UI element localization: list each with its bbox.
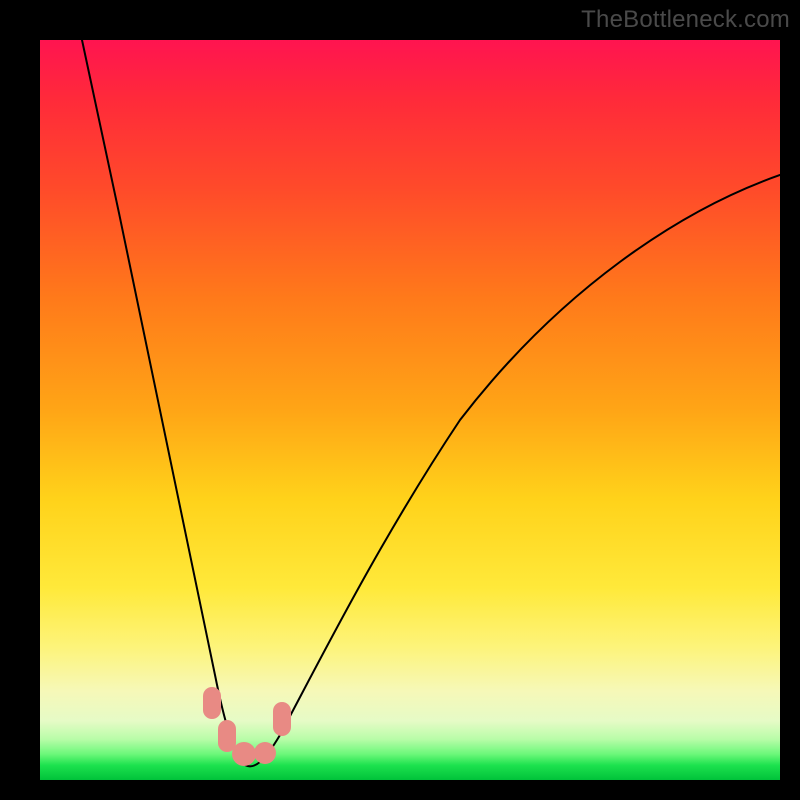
marker-4 [254, 742, 276, 764]
marker-3 [232, 742, 256, 766]
marker-5 [273, 702, 291, 736]
watermark-text: TheBottleneck.com [581, 6, 790, 34]
marker-2 [218, 720, 236, 752]
plot-area [40, 40, 780, 780]
curve-svg [40, 40, 780, 780]
bottleneck-curve [82, 40, 780, 766]
chart-frame: TheBottleneck.com [0, 0, 800, 800]
marker-1 [203, 687, 221, 719]
highlight-markers [203, 687, 291, 766]
